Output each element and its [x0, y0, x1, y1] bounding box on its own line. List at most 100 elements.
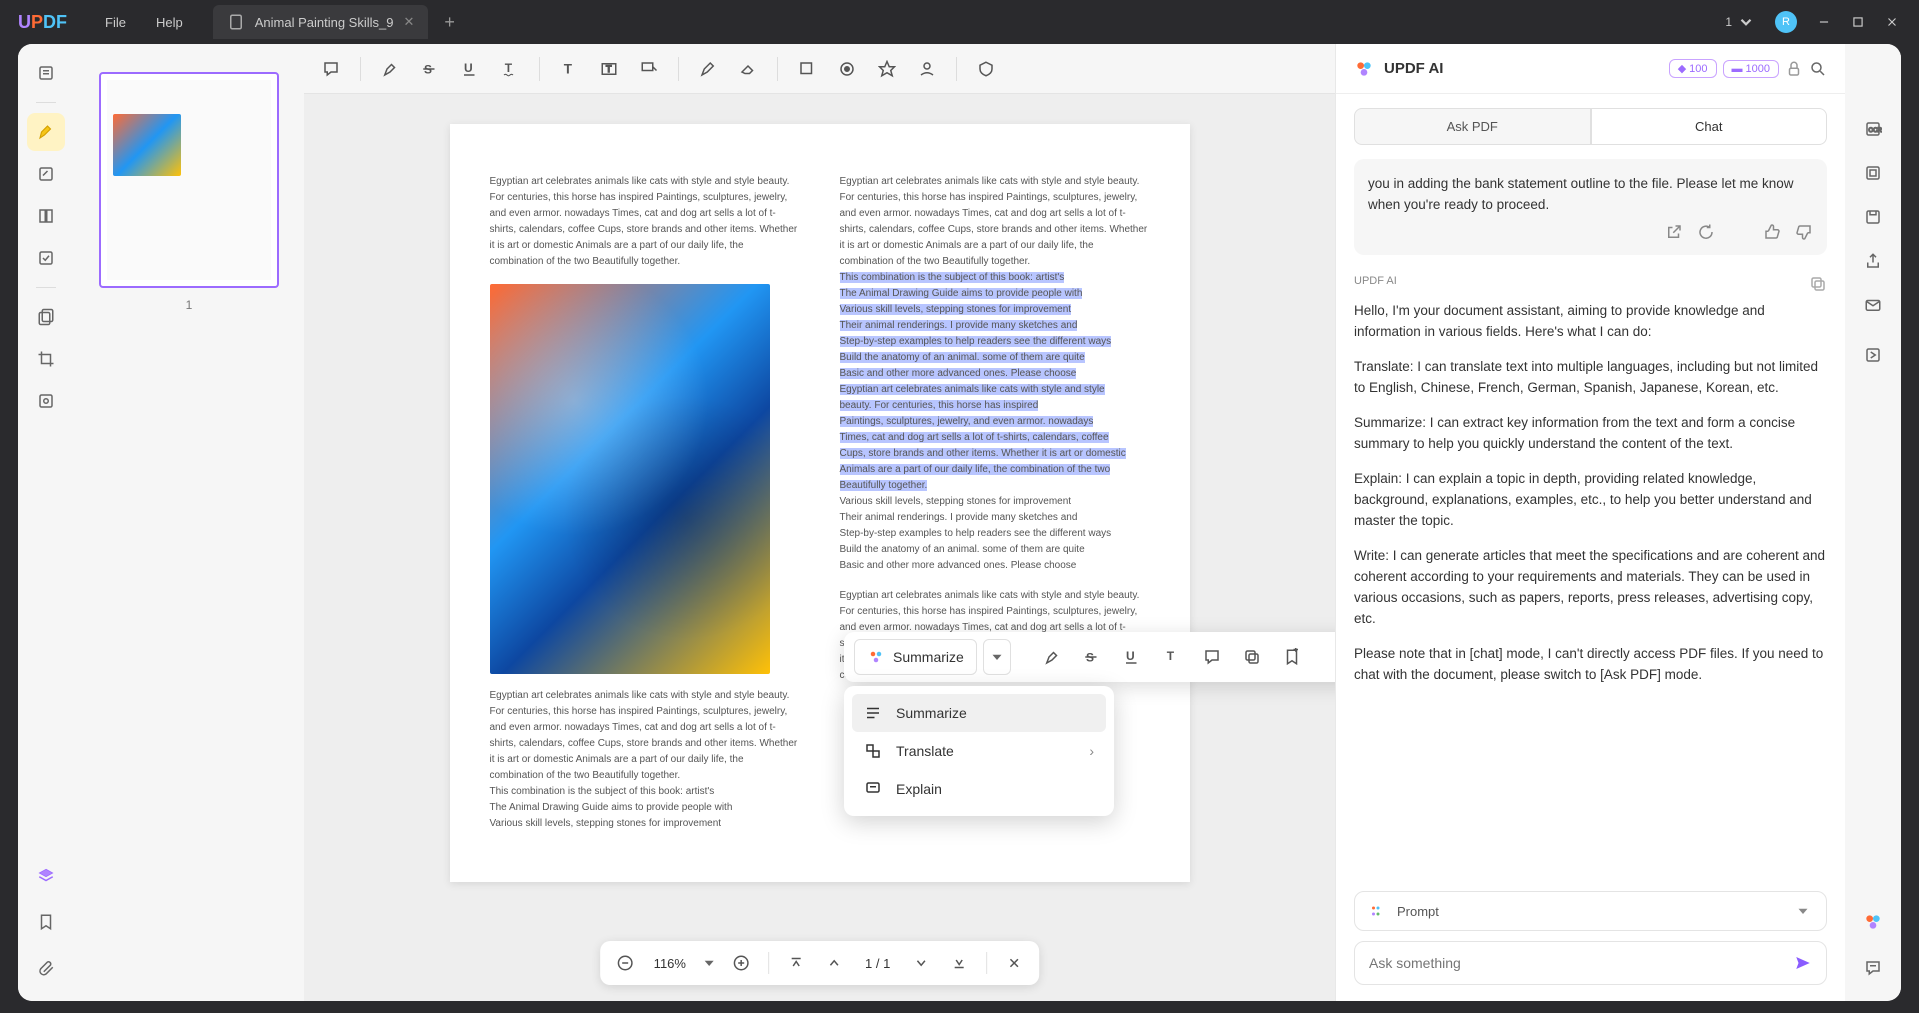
squiggly-tool-icon[interactable]: T [493, 52, 527, 86]
bookmark-icon[interactable] [27, 903, 65, 941]
selected-text[interactable]: Step-by-step examples to help readers se… [840, 336, 1112, 347]
zoom-value[interactable]: 116% [648, 956, 692, 971]
stamp-tool-icon[interactable] [830, 52, 864, 86]
open-link-icon[interactable] [1665, 223, 1683, 241]
eraser-tool-icon[interactable] [731, 52, 765, 86]
document-icon [227, 13, 245, 31]
selected-text[interactable]: Their animal renderings. I provide many … [840, 320, 1078, 331]
protect-tool-icon[interactable] [27, 382, 65, 420]
email-icon[interactable] [1854, 286, 1892, 324]
underline-tool-icon[interactable]: U [453, 52, 487, 86]
pencil-tool-icon[interactable] [691, 52, 725, 86]
zoom-out-button[interactable] [610, 948, 640, 978]
signature-tool-icon[interactable] [910, 52, 944, 86]
close-tab-icon[interactable]: ✕ [403, 14, 414, 30]
thumbs-down-icon[interactable] [1795, 223, 1813, 241]
ai-assistant-icon[interactable] [1854, 903, 1892, 941]
credit-badge-1[interactable]: ◆ 100 [1669, 59, 1717, 78]
ctx-bookmark-icon[interactable] [1275, 640, 1309, 674]
selected-text[interactable]: Various skill levels, stepping stones fo… [840, 304, 1072, 315]
thumbs-up-icon[interactable] [1763, 223, 1781, 241]
organize-tool-icon[interactable] [27, 197, 65, 235]
zoom-dropdown-icon[interactable] [700, 954, 718, 972]
first-page-button[interactable] [781, 948, 811, 978]
ctx-note-icon[interactable] [1195, 640, 1229, 674]
zoom-in-button[interactable] [726, 948, 756, 978]
menu-explain[interactable]: Explain [852, 770, 1106, 808]
window-counter[interactable]: 1 [1725, 13, 1755, 31]
crop-tool-icon[interactable] [27, 340, 65, 378]
ctx-strikethrough-icon[interactable]: S [1075, 640, 1109, 674]
ctx-copy-icon[interactable] [1235, 640, 1269, 674]
shape-tool-icon[interactable] [790, 52, 824, 86]
edit-tool-icon[interactable] [27, 155, 65, 193]
attachment-icon[interactable] [27, 949, 65, 987]
feedback-icon[interactable] [1854, 949, 1892, 987]
convert-icon[interactable] [1854, 336, 1892, 374]
selected-text[interactable]: Paintings, sculptures, jewelry, and even… [840, 416, 1094, 427]
strikethrough-tool-icon[interactable]: S [413, 52, 447, 86]
text-tool-icon[interactable]: T [552, 52, 586, 86]
note-tool-icon[interactable] [314, 52, 348, 86]
menu-summarize[interactable]: Summarize [852, 694, 1106, 732]
selected-text[interactable]: Animals are a part of our daily life, th… [840, 464, 1111, 475]
prev-page-button[interactable] [819, 948, 849, 978]
selected-text[interactable]: beauty. For centuries, this horse has in… [840, 400, 1039, 411]
close-zoombar-button[interactable] [999, 948, 1029, 978]
doc-text: Various skill levels, stepping stones fo… [490, 816, 800, 832]
doc-text: Egyptian art celebrates animals like cat… [490, 688, 800, 784]
prompt-selector[interactable]: Prompt [1354, 891, 1827, 931]
redact-tool-icon[interactable] [27, 298, 65, 336]
lock-icon[interactable] [1785, 60, 1803, 78]
send-button[interactable] [1794, 954, 1812, 972]
close-window-button[interactable] [1885, 15, 1899, 29]
selected-text[interactable]: This combination is the subject of this … [840, 272, 1065, 283]
callout-tool-icon[interactable] [632, 52, 666, 86]
ctx-squiggly-icon[interactable]: T [1155, 640, 1189, 674]
copy-message-icon[interactable] [1809, 275, 1827, 293]
textbox-tool-icon[interactable]: T [592, 52, 626, 86]
share-icon[interactable] [1854, 242, 1892, 280]
regenerate-icon[interactable] [1697, 223, 1715, 241]
next-page-button[interactable] [906, 948, 936, 978]
selected-text[interactable]: Basic and other more advanced ones. Plea… [840, 368, 1077, 379]
minimize-button[interactable] [1817, 15, 1831, 29]
selected-text[interactable]: Build the anatomy of an animal. some of … [840, 352, 1085, 363]
form-tool-icon[interactable] [27, 239, 65, 277]
ai-action-dropdown[interactable] [983, 639, 1011, 675]
selected-text[interactable]: The Animal Drawing Guide aims to provide… [840, 288, 1083, 299]
page-thumbnail-1[interactable] [99, 72, 279, 288]
page-indicator[interactable]: 1 / 1 [857, 956, 898, 971]
menu-file[interactable]: File [105, 15, 126, 30]
tab-chat[interactable]: Chat [1591, 108, 1828, 145]
credit-badge-2[interactable]: ▬ 1000 [1723, 60, 1779, 78]
highlight-tool-icon[interactable] [373, 52, 407, 86]
reader-mode-icon[interactable] [27, 54, 65, 92]
thumbnail-panel: 1 [74, 44, 304, 1001]
layers-icon[interactable] [27, 857, 65, 895]
tab-ask-pdf[interactable]: Ask PDF [1354, 108, 1591, 145]
chat-input[interactable] [1369, 955, 1784, 971]
ctx-underline-icon[interactable]: U [1115, 640, 1149, 674]
selected-text[interactable]: Egyptian art celebrates animals like cat… [840, 384, 1105, 395]
ai-summarize-button[interactable]: Summarize [854, 639, 977, 675]
menu-help[interactable]: Help [156, 15, 183, 30]
selected-text[interactable]: Times, cat and dog art sells a lot of t-… [840, 432, 1109, 443]
more-tools-icon[interactable] [969, 52, 1003, 86]
selected-text[interactable]: Cups, store brands and other items. Whet… [840, 448, 1126, 459]
new-tab-button[interactable]: + [428, 12, 471, 33]
selected-text[interactable]: Beautifully together. [840, 480, 928, 491]
sticker-tool-icon[interactable] [870, 52, 904, 86]
user-avatar[interactable]: R [1775, 11, 1797, 33]
ctx-highlight-icon[interactable] [1035, 640, 1069, 674]
menu-translate[interactable]: Translate › [852, 732, 1106, 770]
flatten-icon[interactable] [1854, 154, 1892, 192]
chat-message: Hello, I'm your document assistant, aimi… [1354, 300, 1827, 685]
comment-tool-icon[interactable] [27, 113, 65, 151]
document-tab[interactable]: Animal Painting Skills_9 ✕ [213, 5, 429, 39]
save-icon[interactable] [1854, 198, 1892, 236]
search-icon[interactable] [1809, 60, 1827, 78]
last-page-button[interactable] [944, 948, 974, 978]
maximize-button[interactable] [1851, 15, 1865, 29]
ocr-icon[interactable]: OCR [1854, 110, 1892, 148]
